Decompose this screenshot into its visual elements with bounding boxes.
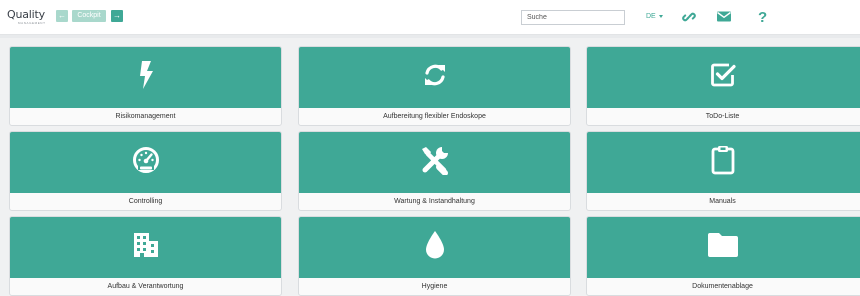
help-icon[interactable]: ? (758, 9, 767, 26)
language-label: DE (646, 13, 656, 20)
language-select[interactable]: DE (646, 12, 663, 22)
logo-text: Quality (7, 8, 45, 21)
tile-header (10, 217, 281, 278)
tile-dokumentenablage[interactable]: Dokumentenablage (586, 216, 860, 296)
drop-icon (423, 230, 447, 265)
tile-hygiene[interactable]: Hygiene (298, 216, 571, 296)
tile-header (587, 47, 860, 108)
tile-label: Hygiene (421, 283, 448, 290)
tile-label: Wartung & Instandhaltung (394, 198, 475, 205)
back-button[interactable]: ← (56, 10, 68, 22)
tile-header (299, 217, 570, 278)
clipboard-icon (710, 145, 736, 180)
tile-header (10, 132, 281, 193)
tile-label: Controlling (128, 198, 163, 205)
tile-label: Manuals (709, 198, 736, 205)
tile-header (10, 47, 281, 108)
building-icon (132, 232, 160, 263)
tile-header (299, 47, 570, 108)
sync-icon (421, 61, 449, 94)
tile-manuals[interactable]: Manuals (586, 131, 860, 211)
logo-subtext: MANAGEMENT (18, 21, 46, 25)
tile-risikomanagement[interactable]: Risikomanagement (9, 46, 282, 126)
top-bar-shadow (0, 35, 860, 38)
cockpit-button[interactable]: Cockpit (72, 10, 106, 22)
tile-header (299, 132, 570, 193)
tile-label: ToDo-Liste (705, 113, 740, 120)
tile-label: Aufbereitung flexibler Endoskope (383, 113, 486, 120)
tile-header (587, 132, 860, 193)
tile-label: Aufbau & Verantwortung (107, 283, 184, 290)
lightning-icon (133, 60, 159, 95)
tile-label: Risikomanagement (115, 113, 176, 120)
logo[interactable]: Quality MANAGEMENT (7, 9, 46, 29)
tile-aufbau-verantwortung[interactable]: Aufbau & Verantwortung (9, 216, 282, 296)
folder-icon (707, 232, 739, 263)
tile-header (587, 217, 860, 278)
top-bar: Quality MANAGEMENT ← Cockpit → DE ? (0, 0, 860, 35)
gauge-icon (131, 146, 161, 179)
search-input[interactable] (521, 10, 625, 25)
tile-label: Dokumentenablage (692, 283, 753, 290)
tile-wartung-instandhaltung[interactable]: Wartung & Instandhaltung (298, 131, 571, 211)
tile-aufbereitung-flexibler-endoskope[interactable]: Aufbereitung flexibler Endoskope (298, 46, 571, 126)
link-icon[interactable] (682, 10, 696, 29)
mail-icon[interactable] (716, 10, 732, 28)
forward-button[interactable]: → (111, 10, 123, 22)
tile-todo-liste[interactable]: ToDo-Liste (586, 46, 860, 126)
tools-icon (419, 145, 451, 180)
caret-down-icon (658, 14, 663, 18)
tile-controlling[interactable]: Controlling (9, 131, 282, 211)
checkbox-icon (709, 61, 737, 94)
